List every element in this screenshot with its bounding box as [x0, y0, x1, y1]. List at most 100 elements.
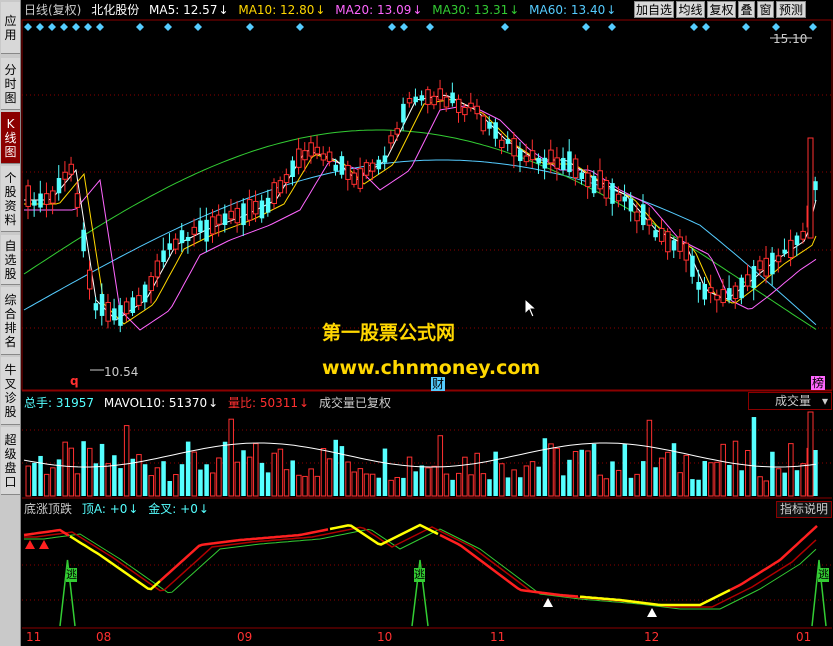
- date-tick: 11: [490, 630, 506, 644]
- volume-bar: [677, 472, 683, 497]
- low-price-label: 10.54: [104, 365, 139, 379]
- volume-bar: [369, 473, 376, 497]
- candle-body: [204, 219, 209, 242]
- candle-body: [757, 260, 763, 271]
- volume-note: 成交量已复权: [318, 396, 391, 410]
- volume-bar: [161, 461, 166, 496]
- volume-bar: [259, 462, 265, 496]
- volume-bar: [253, 443, 259, 497]
- candle-body: [727, 288, 732, 301]
- candle-body: [56, 178, 62, 194]
- volume-bar: [763, 480, 769, 497]
- volume-bar: [745, 449, 751, 497]
- indicator-name[interactable]: 底涨顶跌: [24, 502, 72, 516]
- candle-body: [572, 158, 579, 179]
- signal-triangle-icon: [647, 608, 657, 617]
- marker-bang[interactable]: 榜: [811, 376, 826, 390]
- ratio-arrow-icon: ↓: [299, 396, 310, 410]
- indicator-main-line: [23, 528, 70, 537]
- volume-bar: [191, 451, 198, 497]
- volume-indicator-dropdown[interactable]: 成交量 ▾: [748, 392, 832, 410]
- candle-body: [198, 220, 203, 233]
- candle-body: [462, 107, 468, 116]
- volume-bar: [185, 441, 191, 496]
- volume-bar: [81, 441, 86, 496]
- signal-triangle-icon: [25, 540, 35, 549]
- volume-bar: [634, 473, 640, 497]
- candle-body: [413, 96, 418, 103]
- mavol-arrow-icon: ↓: [208, 396, 219, 410]
- candle-body: [622, 196, 628, 202]
- volume-bar: [443, 473, 450, 497]
- volume-bar: [813, 450, 818, 496]
- volume-bar: [468, 474, 474, 497]
- indicator-top-a: 顶A: +0: [81, 502, 128, 516]
- candle-body: [518, 149, 523, 162]
- candle-body: [185, 236, 191, 241]
- candle-body: [382, 155, 388, 163]
- watermark-url: www.chnmoney.com: [322, 357, 541, 379]
- marker-cai[interactable]: 财: [431, 377, 446, 391]
- volume-bar: [579, 449, 584, 496]
- candle-body: [253, 200, 259, 215]
- volume-bar: [739, 470, 744, 496]
- candle-body: [658, 227, 665, 242]
- candle-body: [136, 295, 142, 306]
- golden-arrow-icon: ↓: [198, 502, 209, 516]
- volume-bar: [628, 477, 634, 496]
- candle-body: [468, 102, 474, 109]
- volume-bar: [622, 443, 628, 496]
- candle-body: [696, 281, 701, 290]
- diamond-marker-icon: [36, 23, 44, 31]
- candle-body: [130, 297, 136, 313]
- volume-bar: [43, 473, 50, 497]
- volume-bar: [696, 479, 701, 496]
- volume-bar: [246, 456, 253, 497]
- volume-bar: [499, 463, 505, 497]
- candle-body: [585, 172, 591, 188]
- candle-body: [641, 204, 646, 226]
- diamond-marker-icon: [608, 23, 616, 31]
- volume-bar: [603, 478, 610, 497]
- candle-body: [302, 150, 308, 161]
- top-a-arrow-icon: ↓: [128, 502, 139, 516]
- volume-bar: [413, 471, 418, 496]
- candle-body: [646, 219, 653, 226]
- diamond-marker-icon: [582, 23, 590, 31]
- volume-bar: [572, 451, 579, 497]
- candle-body: [277, 180, 284, 194]
- volume-bar: [308, 468, 314, 497]
- volume-bar: [437, 435, 444, 497]
- candle-body: [118, 305, 123, 326]
- diamond-marker-icon: [194, 23, 202, 31]
- candle-body: [167, 243, 172, 250]
- volume-bar: [105, 463, 111, 497]
- volume-bar: [38, 455, 43, 496]
- candle-body: [333, 164, 338, 171]
- volume-total: 总手: 31957: [24, 396, 95, 410]
- volume-bar: [228, 418, 234, 497]
- volume-bar: [326, 458, 333, 497]
- candle-body: [74, 193, 81, 208]
- volume-bar: [363, 473, 370, 497]
- candle-body: [493, 122, 498, 139]
- volume-bar: [529, 461, 536, 497]
- volume-bar: [425, 467, 431, 497]
- candle-body: [265, 197, 271, 213]
- volume-bar: [283, 469, 290, 497]
- candle-body: [770, 252, 775, 275]
- candle-body: [474, 105, 480, 115]
- volume-bar: [658, 457, 665, 497]
- candle-body: [505, 139, 511, 144]
- volume-bar: [751, 417, 757, 496]
- candle-body: [345, 164, 351, 180]
- marker-q: q: [70, 374, 79, 388]
- candle-body: [32, 200, 37, 206]
- volume-bar: [567, 459, 572, 496]
- watermark-title: 第一股票公式网: [322, 322, 456, 344]
- indicator-help-button[interactable]: 指标说明: [776, 501, 832, 518]
- volume-bar: [487, 479, 492, 496]
- candle-body: [326, 151, 333, 162]
- volume-bar: [720, 443, 726, 497]
- candle-body: [62, 171, 68, 180]
